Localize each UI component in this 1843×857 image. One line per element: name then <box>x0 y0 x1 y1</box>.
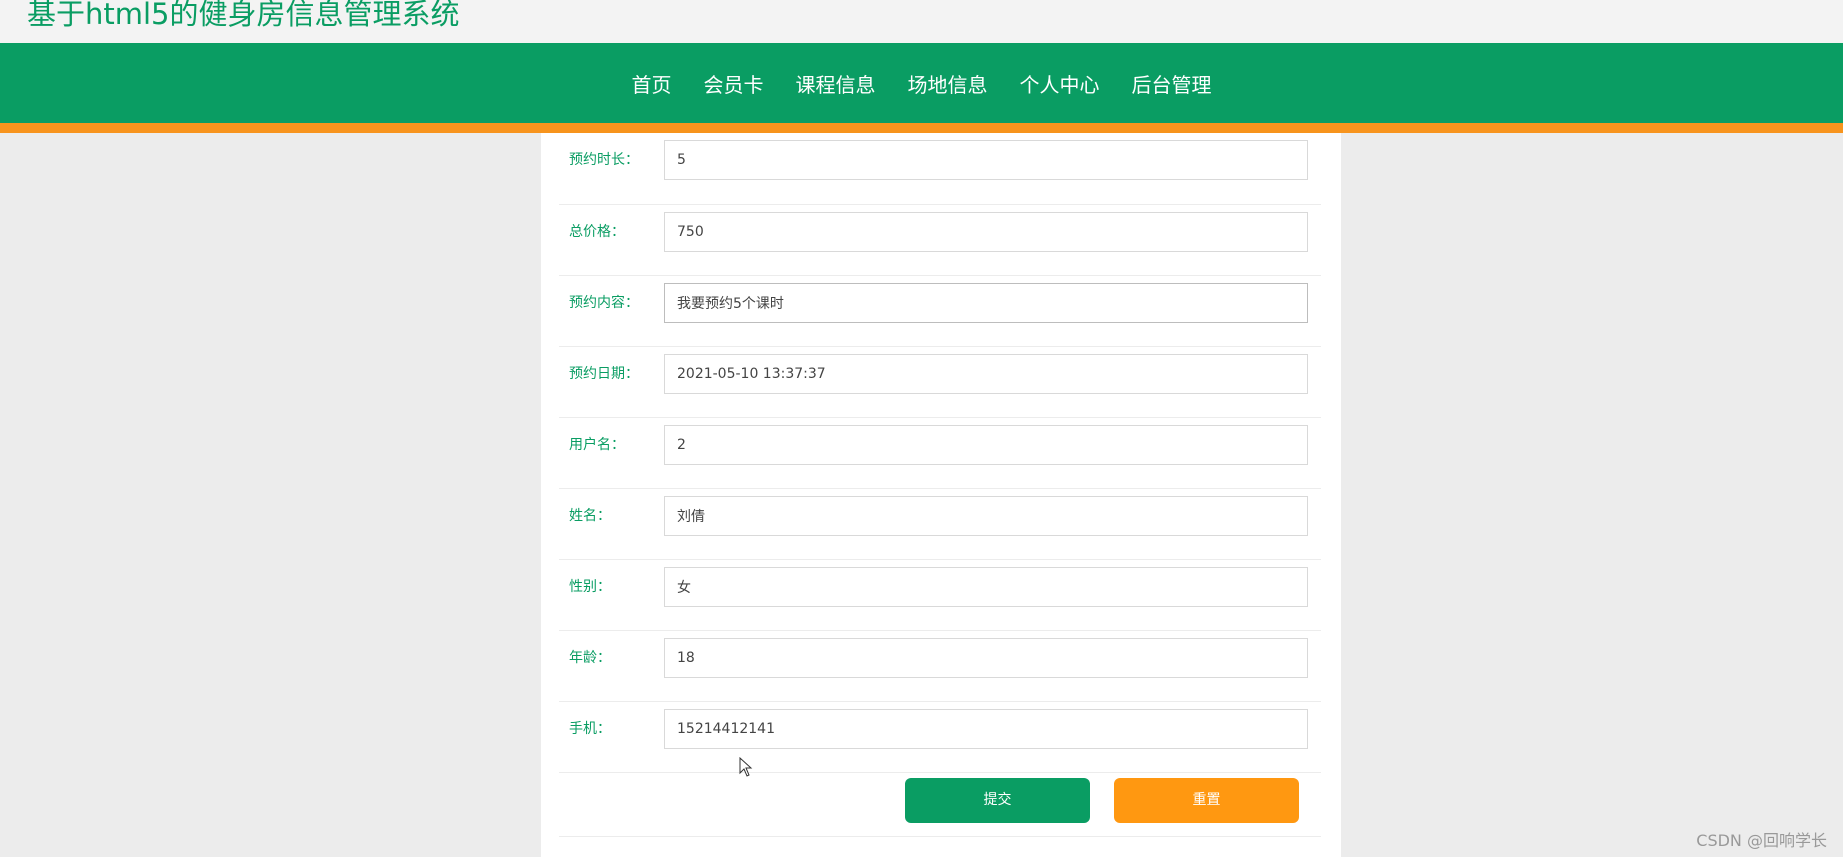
nav-accent-stripe <box>0 123 1843 133</box>
nav-item-admin[interactable]: 后台管理 <box>1132 69 1212 98</box>
age-field[interactable] <box>664 638 1308 678</box>
form-label: 性别： <box>569 579 611 595</box>
name-field[interactable] <box>664 496 1308 536</box>
form-label: 用户名： <box>569 437 625 453</box>
total-price-field[interactable] <box>664 212 1308 252</box>
form-label: 手机： <box>569 721 611 737</box>
mouse-cursor-icon <box>739 757 753 777</box>
form-label: 预约内容： <box>569 295 639 311</box>
form-row-total-price: 总价格： <box>559 204 1321 276</box>
site-title: 基于html5的健身房信息管理系统 <box>27 0 460 31</box>
duration-field[interactable] <box>664 140 1308 180</box>
form-label: 姓名： <box>569 508 611 524</box>
form-label: 总价格： <box>569 224 625 240</box>
reset-button[interactable]: 重置 <box>1114 778 1299 823</box>
form-row-date: 预约日期： <box>559 346 1321 418</box>
form-actions: 提交 重置 <box>559 760 1321 837</box>
form-row-gender: 性别： <box>559 559 1321 631</box>
booking-content-field[interactable] <box>664 283 1308 323</box>
phone-field[interactable] <box>664 709 1308 749</box>
form-label: 预约日期： <box>569 366 639 382</box>
watermark: CSDN @回响学长 <box>1696 831 1827 850</box>
nav-item-venues[interactable]: 场地信息 <box>908 69 988 98</box>
nav-item-personal-center[interactable]: 个人中心 <box>1020 69 1100 98</box>
form-row-duration: 预约时长： <box>559 133 1321 205</box>
booking-form-panel: 预约时长： 总价格： 预约内容： 预约日期： 用户名： 姓名： 性别： 年龄： … <box>541 133 1341 857</box>
gender-field[interactable] <box>664 567 1308 607</box>
form-row-name: 姓名： <box>559 488 1321 560</box>
nav-item-membership-card[interactable]: 会员卡 <box>704 69 764 98</box>
form-label: 年龄： <box>569 650 611 666</box>
form-row-age: 年龄： <box>559 630 1321 702</box>
submit-button[interactable]: 提交 <box>905 778 1090 823</box>
main-nav: 首页 会员卡 课程信息 场地信息 个人中心 后台管理 <box>0 43 1843 123</box>
nav-item-courses[interactable]: 课程信息 <box>796 69 876 98</box>
form-label: 预约时长： <box>569 152 639 168</box>
nav-items: 首页 会员卡 课程信息 场地信息 个人中心 后台管理 <box>0 43 1843 123</box>
booking-date-field[interactable] <box>664 354 1308 394</box>
username-field[interactable] <box>664 425 1308 465</box>
form-row-content: 预约内容： <box>559 275 1321 347</box>
nav-item-home[interactable]: 首页 <box>632 69 672 98</box>
header-bar: 基于html5的健身房信息管理系统 <box>0 0 1843 43</box>
form-row-username: 用户名： <box>559 417 1321 489</box>
